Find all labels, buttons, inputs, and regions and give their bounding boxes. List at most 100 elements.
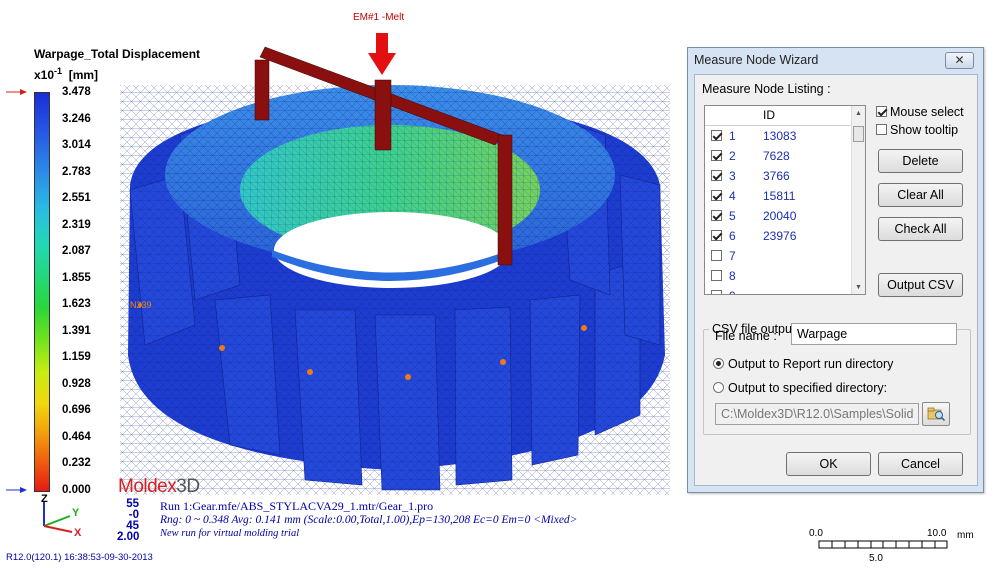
list-row[interactable]: 8 [705, 266, 851, 286]
list-header: ID [705, 106, 851, 126]
cancel-button[interactable]: Cancel [878, 452, 963, 476]
row-number: 6 [729, 229, 736, 243]
row-number: 9 [729, 289, 736, 294]
dialog-body: Measure Node Listing : ID 1 13083 2 7628 3 37… [694, 74, 978, 486]
list-row[interactable]: 7 [705, 246, 851, 266]
row-number: 7 [729, 249, 736, 263]
measure-node-wizard-dialog: Measure Node Wizard ✕ Measure Node Listi… [687, 47, 984, 493]
row-checkbox[interactable] [711, 170, 722, 181]
legend-tick-label: 2.551 [62, 192, 91, 205]
gear-model-viewport[interactable] [100, 25, 680, 495]
legend-unit: x10-1 [mm] [34, 66, 99, 82]
legend-tick-label: 2.087 [62, 245, 91, 258]
dialog-title: Measure Node Wizard [694, 53, 819, 67]
radio-report-directory[interactable]: Output to Report run directory [713, 357, 893, 371]
node-label: N239 [130, 300, 152, 310]
scroll-thumb[interactable] [853, 126, 864, 142]
list-row[interactable]: 6 23976 [705, 226, 851, 246]
axis-z-label: Z [41, 494, 48, 505]
row-node-id: 13083 [763, 129, 797, 143]
row-node-id: 20040 [763, 209, 797, 223]
row-number: 4 [729, 189, 736, 203]
melt-entrance-icon [368, 33, 396, 75]
legend-tick-label: 1.391 [62, 324, 91, 337]
run-note: New run for virtual molding trial [160, 528, 300, 539]
row-node-id: 15811 [763, 189, 796, 203]
legend-tick-label: 0.464 [62, 430, 91, 443]
scroll-down-icon[interactable]: ▼ [855, 284, 862, 291]
row-checkbox[interactable] [711, 230, 722, 241]
scale-bar: 0.0 10.0 mm 5.0 [809, 528, 974, 564]
close-button[interactable]: ✕ [945, 52, 974, 69]
range-info: Rng: 0 ~ 0.348 Avg: 0.141 mm (Scale:0.00… [160, 514, 578, 526]
scale-mid-label: 5.0 [869, 553, 883, 564]
row-node-id: 23976 [763, 229, 797, 243]
legend-tick-label: 0.232 [62, 457, 91, 470]
scale-right-label: 10.0 [927, 528, 947, 539]
check-all-button[interactable]: Check All [878, 217, 963, 241]
column-id: ID [763, 108, 775, 122]
list-row[interactable]: 3 3766 [705, 166, 851, 186]
view-angles: 55 -0 45 2.00 [117, 498, 140, 543]
row-checkbox[interactable] [711, 130, 722, 141]
list-row[interactable]: 4 15811 [705, 186, 851, 206]
scale-unit-label: mm [957, 530, 974, 541]
legend-tick-label: 1.159 [62, 351, 91, 364]
legend-tick-label: 2.783 [62, 165, 91, 178]
mouse-select-check-icon[interactable] [876, 106, 887, 117]
row-node-id: 7628 [763, 149, 790, 163]
ok-button[interactable]: OK [786, 452, 871, 476]
scroll-up-icon[interactable]: ▲ [855, 110, 862, 117]
directory-input[interactable]: C:\Moldex3D\R12.0\Samples\Solid [715, 403, 919, 425]
radio-specified-icon[interactable] [713, 382, 724, 393]
melt-entrance-label: EM#1 -Melt [353, 12, 405, 23]
axis-x-label: X [74, 527, 82, 536]
min-marker-icon [6, 487, 27, 493]
legend-tick-label: 3.478 [62, 86, 91, 98]
file-name-input[interactable]: Warpage [791, 323, 957, 345]
list-row[interactable]: 2 7628 [705, 146, 851, 166]
legend-tick-label: 1.855 [62, 271, 91, 284]
output-csv-button[interactable]: Output CSV [878, 273, 963, 297]
browse-folder-button[interactable] [922, 402, 950, 426]
row-number: 3 [729, 169, 736, 183]
row-checkbox[interactable] [711, 290, 722, 294]
legend-tick-label: 0.928 [62, 377, 91, 390]
max-marker-icon [6, 89, 27, 95]
legend-tick-label: 1.623 [62, 298, 91, 311]
row-number: 5 [729, 209, 736, 223]
axis-triad-icon: Z Y X [41, 494, 82, 536]
row-number: 2 [729, 149, 736, 163]
list-scrollbar[interactable]: ▲ ▼ [851, 106, 865, 294]
scale-left-label: 0.0 [809, 528, 823, 539]
row-checkbox[interactable] [711, 150, 722, 161]
row-checkbox[interactable] [711, 210, 722, 221]
row-node-id: 3766 [763, 169, 790, 183]
row-checkbox[interactable] [711, 190, 722, 201]
show-tooltip-check-icon[interactable] [876, 124, 887, 135]
file-name-label: File name : [715, 329, 777, 343]
list-row[interactable]: 9 [705, 286, 851, 294]
folder-search-icon [927, 407, 946, 422]
mouse-select-checkbox[interactable]: Mouse select [876, 105, 964, 119]
version-stamp: R12.0(120.1) 16:38:53-09-30-2013 [6, 552, 153, 563]
legend-tick-label: 0.696 [62, 404, 91, 417]
delete-button[interactable]: Delete [878, 149, 963, 173]
row-checkbox[interactable] [711, 270, 722, 281]
legend-tick-label: 2.319 [62, 218, 91, 231]
color-bar [34, 92, 50, 492]
moldex3d-logo: Moldex3D [118, 476, 200, 497]
list-row[interactable]: 1 13083 [705, 126, 851, 146]
row-checkbox[interactable] [711, 250, 722, 261]
legend-tick-label: 3.246 [62, 112, 91, 125]
row-number: 1 [729, 129, 736, 143]
node-list[interactable]: ID 1 13083 2 7628 3 3766 4 15811 5 20040 6 23976 7 8 9… [704, 105, 866, 295]
list-row[interactable]: 5 20040 [705, 206, 851, 226]
show-tooltip-checkbox[interactable]: Show tooltip [876, 123, 958, 137]
clear-all-button[interactable]: Clear All [878, 183, 963, 207]
radio-report-icon[interactable] [713, 358, 724, 369]
legend-tick-label: 3.014 [62, 139, 91, 152]
row-number: 8 [729, 269, 736, 283]
listing-label: Measure Node Listing : [702, 82, 831, 96]
radio-specified-directory[interactable]: Output to specified directory: [713, 381, 887, 395]
